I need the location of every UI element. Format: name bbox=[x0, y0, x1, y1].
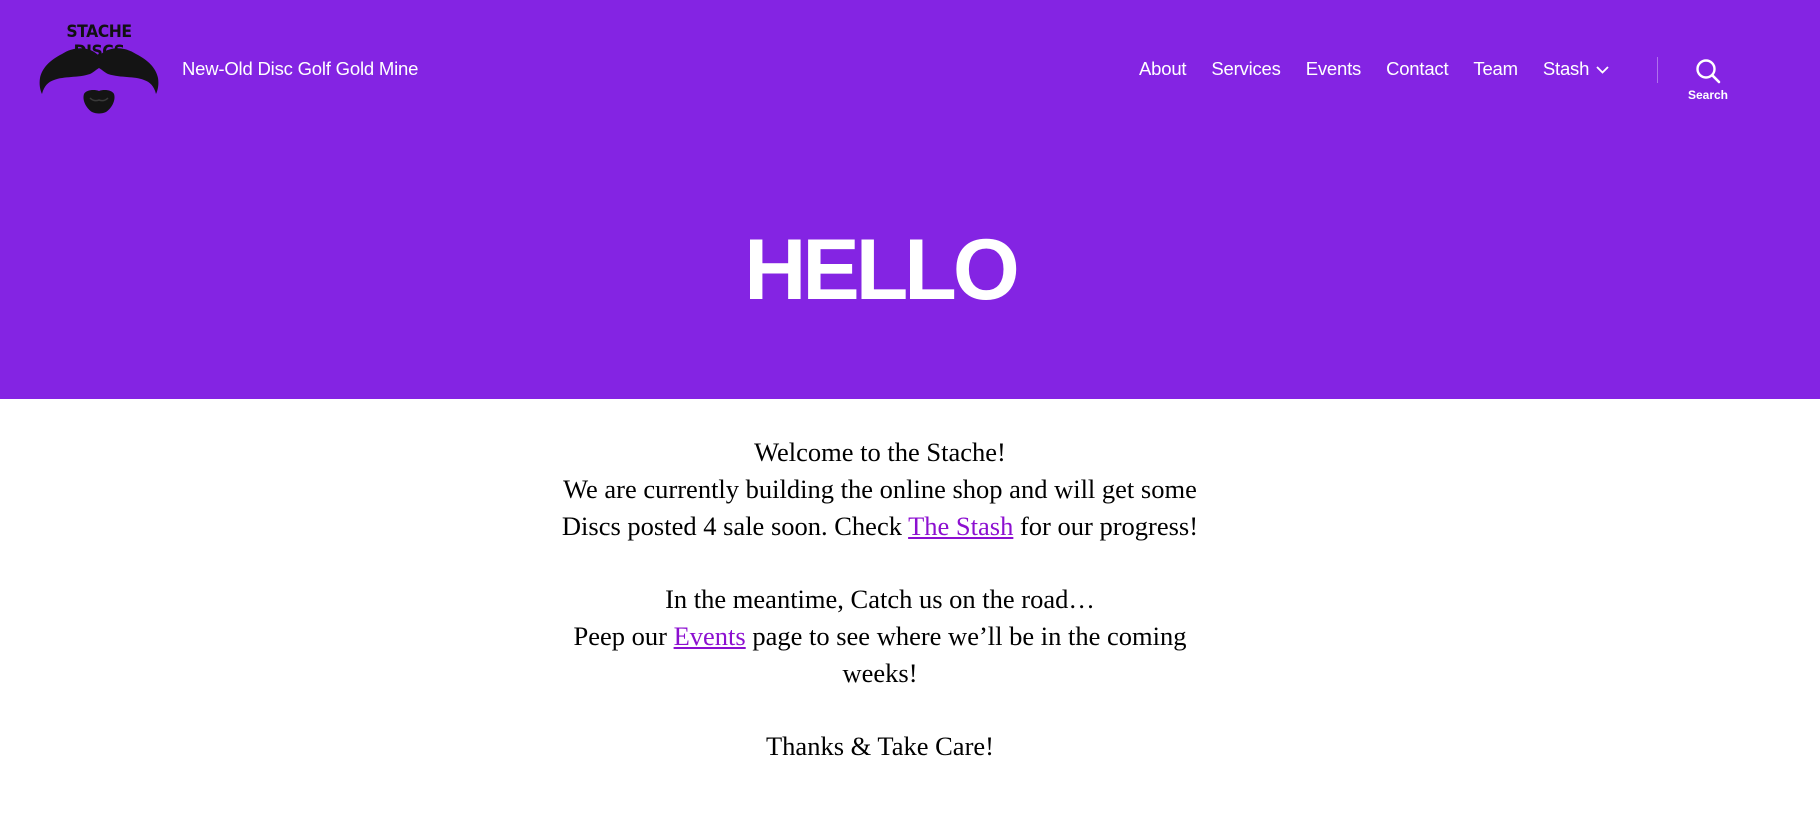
road-line: In the meantime, Catch us on the road… bbox=[665, 584, 1095, 614]
page-content: Welcome to the Stache! We are currently … bbox=[560, 434, 1200, 801]
welcome-line: Welcome to the Stache! bbox=[754, 437, 1006, 467]
events-link[interactable]: Events bbox=[674, 621, 746, 651]
nav-item-label: About bbox=[1139, 58, 1187, 79]
header-divider bbox=[1657, 57, 1658, 83]
search-icon bbox=[1696, 59, 1721, 84]
events-paragraph: In the meantime, Catch us on the road… P… bbox=[560, 581, 1200, 692]
nav-item-label: Contact bbox=[1386, 58, 1449, 79]
search-label: Search bbox=[1687, 88, 1729, 102]
welcome-paragraph: Welcome to the Stache! We are currently … bbox=[560, 434, 1200, 545]
shop-text-after: for our progress! bbox=[1013, 511, 1199, 541]
events-text-after: page to see where we’ll be in the coming… bbox=[745, 621, 1187, 688]
site-tagline: New-Old Disc Golf Gold Mine bbox=[182, 58, 419, 79]
nav-item-about[interactable]: About bbox=[1139, 58, 1187, 80]
chevron-down-icon[interactable] bbox=[1596, 66, 1609, 74]
nav-item-label: Events bbox=[1305, 58, 1362, 79]
the-stash-link[interactable]: The Stash bbox=[908, 511, 1013, 541]
primary-nav: About Services Events Contact Team Stash bbox=[1139, 56, 1609, 82]
nav-item-label: Stash bbox=[1542, 58, 1590, 79]
nav-item-events[interactable]: Events bbox=[1305, 58, 1362, 80]
mustache-logo-icon bbox=[39, 48, 159, 114]
nav-item-services[interactable]: Services bbox=[1211, 58, 1281, 80]
nav-item-team[interactable]: Team bbox=[1473, 58, 1518, 80]
nav-item-stash[interactable]: Stash bbox=[1543, 58, 1609, 80]
site-header: STACHE DISCS New-Old Disc Golf Gold Mine… bbox=[0, 0, 1820, 399]
signoff-paragraph: Thanks & Take Care! bbox=[766, 731, 994, 761]
events-text-before: Peep our bbox=[573, 621, 674, 651]
nav-item-label: Team bbox=[1473, 58, 1518, 79]
nav-item-contact[interactable]: Contact bbox=[1386, 58, 1449, 80]
page-title: HELLO bbox=[744, 222, 1019, 318]
nav-item-label: Services bbox=[1211, 58, 1281, 79]
search-toggle-button[interactable]: Search bbox=[1678, 56, 1738, 106]
site-logo[interactable]: STACHE DISCS bbox=[38, 20, 160, 118]
